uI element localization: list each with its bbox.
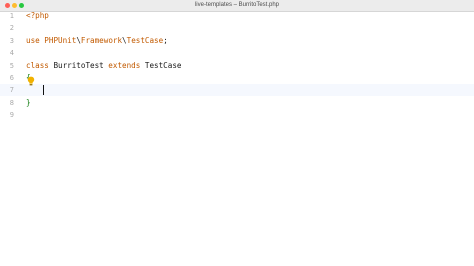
class-keyword: class [26, 60, 54, 70]
code-line-5: class BurritoTest extends TestCase [26, 60, 181, 72]
extends-keyword: extends [103, 60, 145, 70]
ide-window: live-templates – BurritoTest.php 1 2 3 4… [0, 0, 474, 266]
use-keyword: use [26, 35, 45, 45]
php-open-tag: <?php [26, 11, 49, 20]
line-number: 4 [9, 49, 14, 58]
window-title: live-templates – BurritoTest.php [194, 2, 280, 8]
line-number: 8 [9, 98, 14, 107]
line-number: 7 [9, 86, 14, 95]
lightbulb-icon[interactable] [27, 73, 35, 86]
line-number: 6 [9, 74, 14, 82]
namespace-segment: Framework [80, 35, 123, 45]
current-line-highlight [0, 84, 474, 97]
title-bar: live-templates – BurritoTest.php [0, 0, 474, 12]
class-name: BurritoTest [53, 60, 104, 70]
line-number: 3 [9, 36, 14, 45]
code-editor[interactable]: 1 2 3 4 5 6 7 8 9 <?php use PHPUnit\Fram… [0, 10, 474, 266]
imported-class: TestCase [126, 35, 164, 45]
text-caret [43, 85, 44, 95]
code-line-8: } [26, 97, 31, 109]
line-number: 5 [9, 61, 14, 70]
code-line-1: <?php [26, 10, 49, 22]
line-number: 9 [9, 111, 14, 120]
semicolon: ; [163, 35, 168, 45]
line-number: 1 [9, 12, 14, 20]
namespace-segment: PHPUnit [44, 35, 77, 45]
parent-class-name: TestCase [144, 60, 182, 70]
close-brace: } [26, 97, 31, 107]
code-line-3: use PHPUnit\Framework\TestCase; [26, 35, 168, 47]
line-number: 2 [9, 24, 14, 33]
